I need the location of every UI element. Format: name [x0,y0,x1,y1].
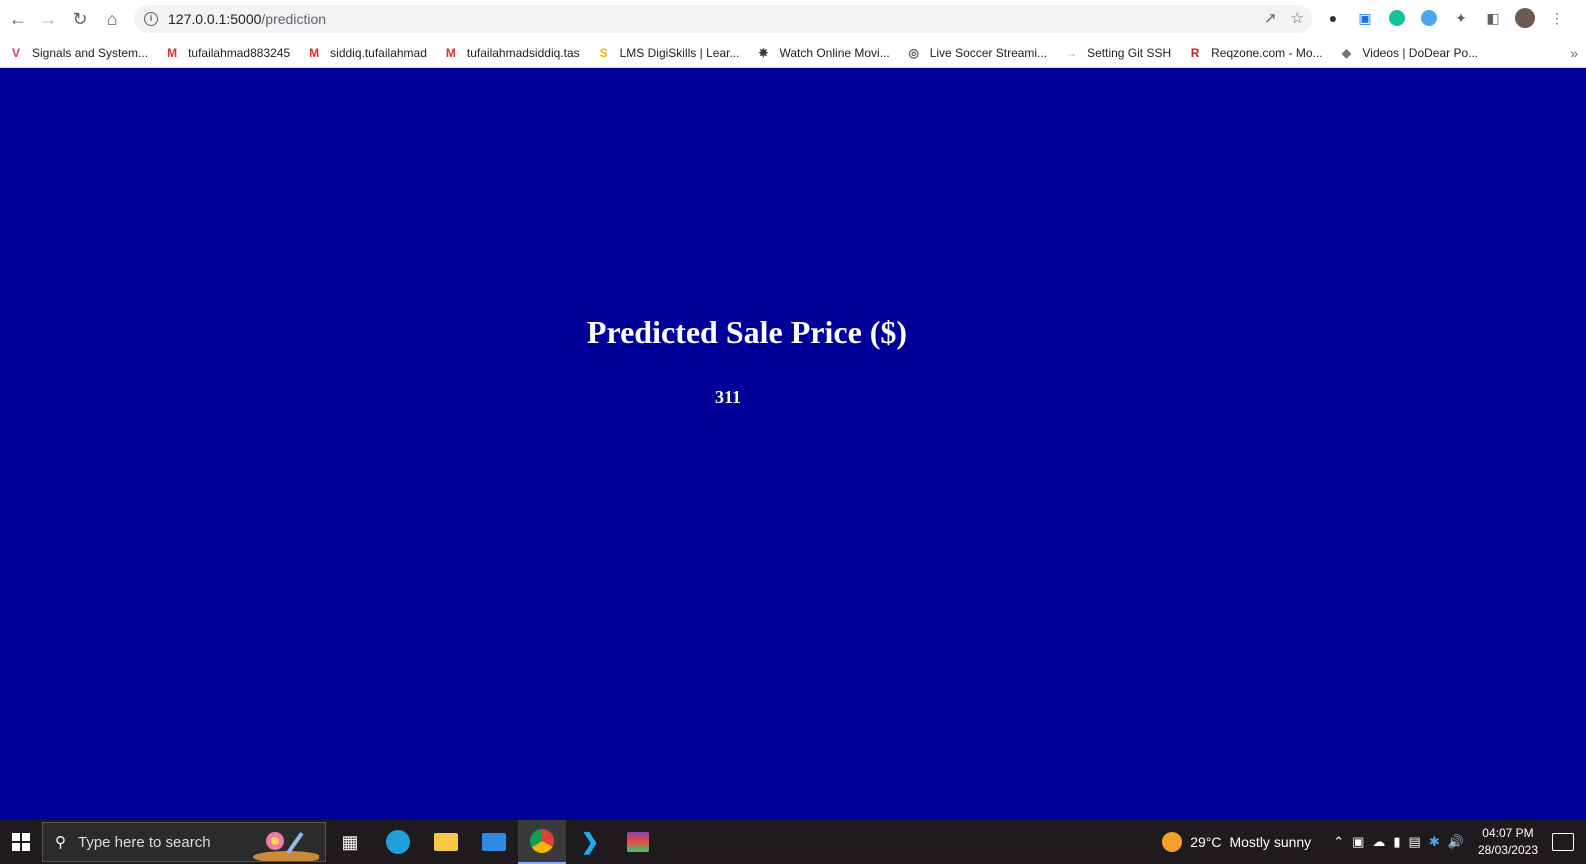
winrar-icon[interactable] [614,820,662,864]
bookmark-item[interactable]: S LMS DigiSkills | Lear... [596,45,740,61]
clock[interactable]: 04:07 PM 28/03/2023 [1478,825,1538,859]
clock-date: 28/03/2023 [1477,843,1538,857]
bookmark-item[interactable]: R Reqzone.com - Mo... [1187,45,1323,61]
network-icon[interactable]: ▤ [1409,834,1421,850]
battery-icon[interactable]: ▮ [1393,834,1400,850]
bookmark-label: Reqzone.com - Mo... [1211,45,1323,60]
notification-center-icon[interactable] [1552,833,1574,851]
weather-condition: Mostly sunny [1229,834,1312,850]
dodear-icon: ◆ [1341,45,1352,60]
site-info-icon[interactable]: i [144,12,158,26]
bookmark-label: tufailahmadsiddiq.tas [466,45,580,60]
chrome-taskbar-icon[interactable] [518,820,566,864]
meet-now-icon[interactable]: ▣ [1352,834,1364,850]
address-bar[interactable]: i 127.0.0.1:5000/prediction ↗ ☆ [134,5,1312,33]
search-placeholder: Type here to search [78,833,211,851]
gmail-icon: M [309,45,320,60]
search-icon: ⚲ [55,834,66,851]
file-explorer-icon[interactable] [422,820,470,864]
search-highlight-art-icon [253,832,319,861]
bookmark-item[interactable]: Mtufailahmadsiddiq.tas [443,45,580,61]
weather-temperature: 29°C [1190,834,1222,850]
profile-avatar[interactable] [1514,7,1536,29]
grammarly-icon[interactable] [1386,7,1408,29]
reqzone-icon: R [1190,45,1200,60]
forward-icon[interactable]: → [32,3,64,35]
browser-toolbar: ← → ↻ ⌂ i 127.0.0.1:5000/prediction ↗ ☆ … [0,0,1586,38]
bookmark-item[interactable]: ◆ Videos | DoDear Po... [1339,45,1479,61]
vscode-icon[interactable]: ❯ [566,820,614,864]
bookmark-label: siddiq.tufailahmad [330,45,427,60]
home-icon[interactable]: ⌂ [96,3,128,35]
v-logo-icon: V [11,45,20,60]
system-tray: 29°C Mostly sunny ⌃ ▣ ☁ ▮ ▤ ✱ 🔊 04:07 PM… [1162,820,1586,864]
gmail-icon: M [445,45,456,60]
menu-kebab-icon[interactable]: ⋮ [1546,7,1568,29]
weather-widget[interactable]: 29°C Mostly sunny [1162,832,1311,852]
task-view-icon[interactable]: ▦ [326,820,374,864]
bluetooth-icon[interactable]: ✱ [1429,834,1440,850]
onedrive-icon[interactable]: ☁ [1372,834,1385,850]
digiskills-icon: S [599,45,608,60]
side-panel-icon[interactable]: ◧ [1482,7,1504,29]
predicted-price-value: 311 [714,387,741,407]
mail-icon[interactable] [470,820,518,864]
url-host: 127.0.0.1:5000 [168,11,262,27]
windows-taskbar: ⚲ Type here to search ▦ ❯ 29°C Mostly su… [0,820,1586,864]
bookmark-label: Setting Git SSH [1087,45,1172,60]
soccer-ball-icon: ◎ [908,45,919,60]
address-url[interactable]: 127.0.0.1:5000/prediction [168,11,326,27]
bookmark-item[interactable]: V Signals and System... [8,45,148,61]
translate-extension-icon[interactable]: ▣ [1354,7,1376,29]
gmail-icon: M [167,45,178,60]
url-path: /prediction [261,11,327,27]
extension-blue-icon[interactable] [1418,7,1440,29]
bookmark-item[interactable]: Mtufailahmad883245 [164,45,290,61]
bookmark-label: tufailahmad883245 [188,45,291,60]
bookmark-label: Live Soccer Streami... [929,45,1048,60]
page-content: Predicted Sale Price ($) 311 [0,69,1586,820]
weather-sun-icon [1162,832,1183,852]
arrow-icon: → [1065,45,1078,60]
puzzle-extensions-icon[interactable]: ✦ [1450,7,1472,29]
edge-browser-icon[interactable] [374,820,422,864]
bookmark-item[interactable]: → Setting Git SSH [1063,45,1171,61]
extensions-area: ● ▣ ✦ ◧ ⋮ [1322,7,1568,29]
volume-icon[interactable]: 🔊 [1448,834,1464,850]
bookmark-label: Watch Online Movi... [779,45,890,60]
taskbar-search[interactable]: ⚲ Type here to search [42,822,326,862]
clock-time: 04:07 PM [1482,826,1534,840]
extension-icon[interactable]: ● [1322,7,1344,29]
page-title: Predicted Sale Price ($) [586,314,908,350]
chevron-up-icon[interactable]: ⌃ [1333,834,1344,850]
reload-icon[interactable]: ↻ [64,3,96,35]
bookmark-star-icon[interactable]: ☆ [1291,9,1304,27]
windows-logo-icon [12,833,30,851]
share-icon[interactable]: ↗ [1264,9,1277,27]
bookmarks-bar: V Signals and System... Mtufailahmad883245… [0,38,1586,68]
start-button[interactable] [0,820,42,864]
bookmarks-overflow-icon[interactable]: » [1570,45,1578,61]
bookmark-item[interactable]: Msiddiq.tufailahmad [306,45,427,61]
bookmark-item[interactable]: ◎ Live Soccer Streami... [906,45,1047,61]
bookmark-label: Videos | DoDear Po... [1362,45,1479,60]
bookmark-item[interactable]: ✵ Watch Online Movi... [755,45,889,61]
back-icon[interactable]: ← [2,3,34,35]
bookmark-label: Signals and System... [32,45,149,60]
bookmark-label: LMS DigiSkills | Lear... [619,45,740,60]
film-reel-icon: ✵ [758,45,769,60]
